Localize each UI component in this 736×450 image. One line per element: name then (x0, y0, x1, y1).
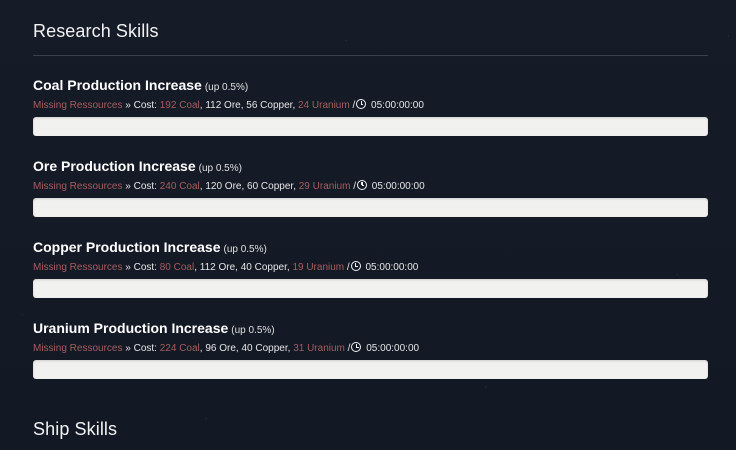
cost-uranium: 31 Uranium (293, 343, 345, 354)
cost-uranium: 24 Uranium (298, 100, 350, 111)
skill-name: Ore Production Increase (33, 158, 196, 174)
skill-cost-line: Missing Ressources » Cost: 240 Coal, 120… (33, 180, 425, 192)
skill-uranium-production: Uranium Production Increase (up 0.5%) Mis… (33, 320, 708, 355)
cost-prefix: » Cost: (125, 100, 157, 111)
skill-coal-production: Coal Production Increase (up 0.5%) Missin… (33, 77, 708, 112)
progress-bar-ore (33, 198, 708, 217)
cost-coal: 80 Coal (159, 262, 195, 273)
cost-copper: 40 Copper (240, 262, 287, 273)
cost-copper: 60 Copper (247, 181, 294, 192)
missing-resources-label: Missing Ressources (33, 343, 123, 354)
skill-name: Copper Production Increase (33, 239, 221, 255)
skill-bonus: (up 0.5%) (204, 82, 249, 93)
cost-prefix: » Cost: (125, 262, 157, 273)
skill-copper-production: Copper Production Increase (up 0.5%) Miss… (33, 239, 708, 274)
research-skills-title: Research Skills (33, 21, 159, 41)
progress-bar-uranium (33, 360, 708, 379)
cost-prefix: » Cost: (125, 343, 157, 354)
cost-copper: 40 Copper (241, 343, 288, 354)
skill-cost-line: Missing Ressources » Cost: 192 Coal, 112… (33, 99, 424, 111)
research-time: 05:00:00:00 (366, 343, 420, 354)
cost-uranium: 29 Uranium (298, 181, 351, 192)
cost-ore: 112 Ore (199, 262, 236, 273)
cost-coal: 240 Coal (159, 181, 200, 192)
skill-ore-production: Ore Production Increase (up 0.5%) Missing… (33, 158, 708, 193)
skill-bonus: (up 0.5%) (231, 325, 275, 336)
clock-icon (351, 342, 362, 352)
progress-bar-copper (33, 279, 708, 298)
section-divider (33, 55, 708, 56)
research-time: 05:00:00:00 (371, 181, 425, 192)
cost-prefix: » Cost: (125, 181, 157, 192)
missing-resources-label: Missing Ressources (33, 181, 123, 192)
skill-bonus: (up 0.5%) (223, 244, 267, 255)
skill-bonus: (up 0.5%) (198, 163, 242, 174)
cost-ore: 96 Ore (205, 343, 236, 354)
clock-icon (356, 99, 367, 109)
progress-bar-coal (33, 117, 708, 136)
skill-cost-line: Missing Ressources » Cost: 80 Coal, 112 … (33, 261, 419, 273)
clock-icon (350, 261, 361, 271)
skill-name: Uranium Production Increase (33, 320, 229, 336)
cost-ore: 112 Ore (205, 100, 241, 111)
cost-coal: 192 Coal (159, 100, 200, 111)
cost-uranium: 19 Uranium (292, 262, 345, 273)
cost-copper: 56 Copper (246, 100, 293, 111)
cost-coal: 224 Coal (159, 343, 200, 354)
clock-icon (357, 180, 368, 190)
missing-resources-label: Missing Ressources (33, 262, 123, 273)
skill-cost-line: Missing Ressources » Cost: 224 Coal, 96 … (33, 342, 420, 354)
research-time: 05:00:00:00 (365, 262, 419, 273)
ship-skills-title: Ship Skills (33, 419, 118, 439)
research-time: 05:00:00:00 (371, 100, 424, 111)
skill-name: Coal Production Increase (33, 77, 202, 93)
missing-resources-label: Missing Ressources (33, 100, 123, 111)
cost-ore: 120 Ore (205, 181, 242, 192)
